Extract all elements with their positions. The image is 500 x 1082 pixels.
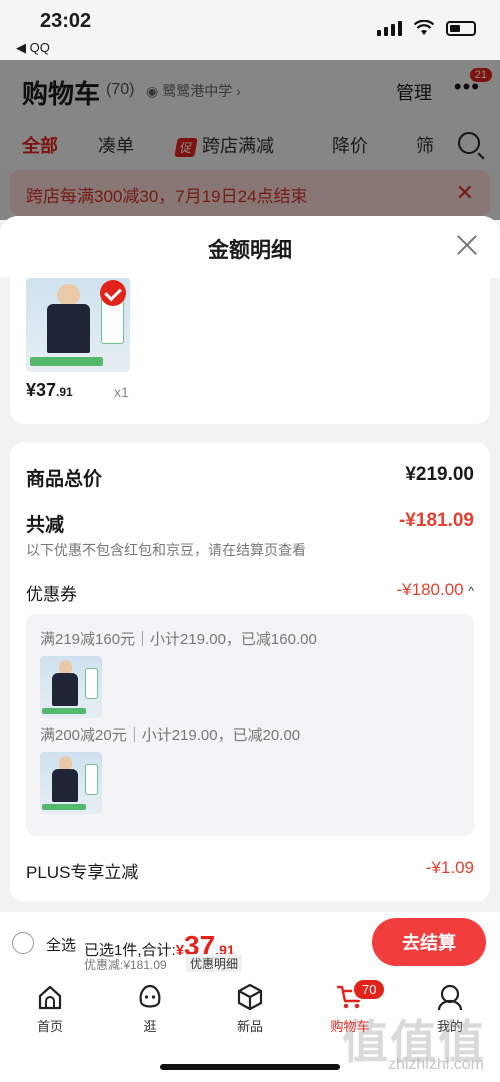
plus-row: PLUS专享立减 -¥1.09 [26,858,474,883]
saved-value: -¥181.09 [398,510,474,531]
explore-icon [135,982,165,1012]
status-time: 23:02 [40,10,92,32]
sheet-header: 金额明细 [0,216,500,278]
home-icon [35,982,65,1012]
tab-home[interactable]: 首页 [10,982,90,1035]
total-currency: ¥ [175,942,185,959]
coupon-value: -¥180.00 ^ [396,580,475,599]
sheet-title: 金额明细 [208,239,292,262]
saved-label: 共减 [26,515,65,536]
tab-home-label: 首页 [36,1019,63,1034]
new-product-icon [235,982,265,1012]
saved-note: 以下优惠不包含红包和京豆，请在结算页查看 [26,542,306,558]
plus-label: PLUS专享立减 [26,863,139,882]
item-price-dec: .91 [56,385,73,399]
saved-row: 共减 -¥181.09 [26,510,474,537]
item-price: ¥37.91 [26,380,73,401]
total-value: ¥219.00 [405,464,474,485]
tab-explore[interactable]: 逛 [110,982,190,1035]
chevron-up-icon: ^ [468,584,474,598]
back-to-app-link[interactable]: ◀ QQ [16,40,50,56]
total-row: 商品总价 ¥219.00 [26,464,474,491]
discount-detail-button[interactable]: 优惠明细 [186,954,243,973]
modal-overlay[interactable] [0,60,500,220]
status-icons [377,20,476,36]
wifi-icon [414,20,434,35]
coupon-product-thumbnail [40,656,102,718]
battery-icon [446,20,476,36]
plus-value: -¥1.09 [425,858,474,877]
coupon-label: 优惠券 [26,585,77,604]
coupon-product-thumbnail [40,752,102,814]
cellular-signal-icon [377,20,402,36]
coupon-line: 满200减20元｜小计219.00，已减20.00 [40,727,301,744]
select-all-label[interactable]: 全选 [46,934,76,955]
coupon-detail-box: 满219减160元｜小计219.00，已减160.00 满200减20元｜小计2… [26,614,474,836]
price-breakdown-card: 商品总价 ¥219.00 共减 -¥181.09 以下优惠不包含红包和京豆，请在… [10,442,490,902]
tab-explore-label: 逛 [143,1019,157,1034]
coupon-row[interactable]: 优惠券 -¥180.00 ^ [26,580,474,605]
select-all-radio[interactable] [12,932,34,954]
item-price-int: ¥37 [26,380,57,400]
item-quantity: x1 [114,384,129,400]
watermark-url: zhizhizhi.com [387,1056,484,1073]
close-icon[interactable] [454,232,480,258]
selected-check-icon[interactable] [100,280,126,306]
amount-detail-sheet: 金额明细 ¥37.91 x1 商品总价 ¥219.00 共减 -¥181.09 … [0,216,500,916]
coupon-line: 满219减160元｜小计219.00，已减160.00 [40,631,317,648]
cart-badge: 70 [352,978,387,1001]
item-card: ¥37.91 x1 [10,278,490,424]
checkout-button[interactable]: 去结算 [372,918,486,966]
home-indicator[interactable] [160,1064,340,1070]
tab-new-label: 新品 [236,1019,263,1034]
status-bar: 23:02 ◀ QQ [0,0,500,60]
discount-text: 优惠减:¥181.09 [84,958,167,972]
tab-new[interactable]: 新品 [210,982,290,1035]
total-label: 商品总价 [26,469,103,490]
checkout-bar: 全选 已选1件,合计:¥37.91 优惠减:¥181.09 优惠明细 去结算 [0,912,500,973]
